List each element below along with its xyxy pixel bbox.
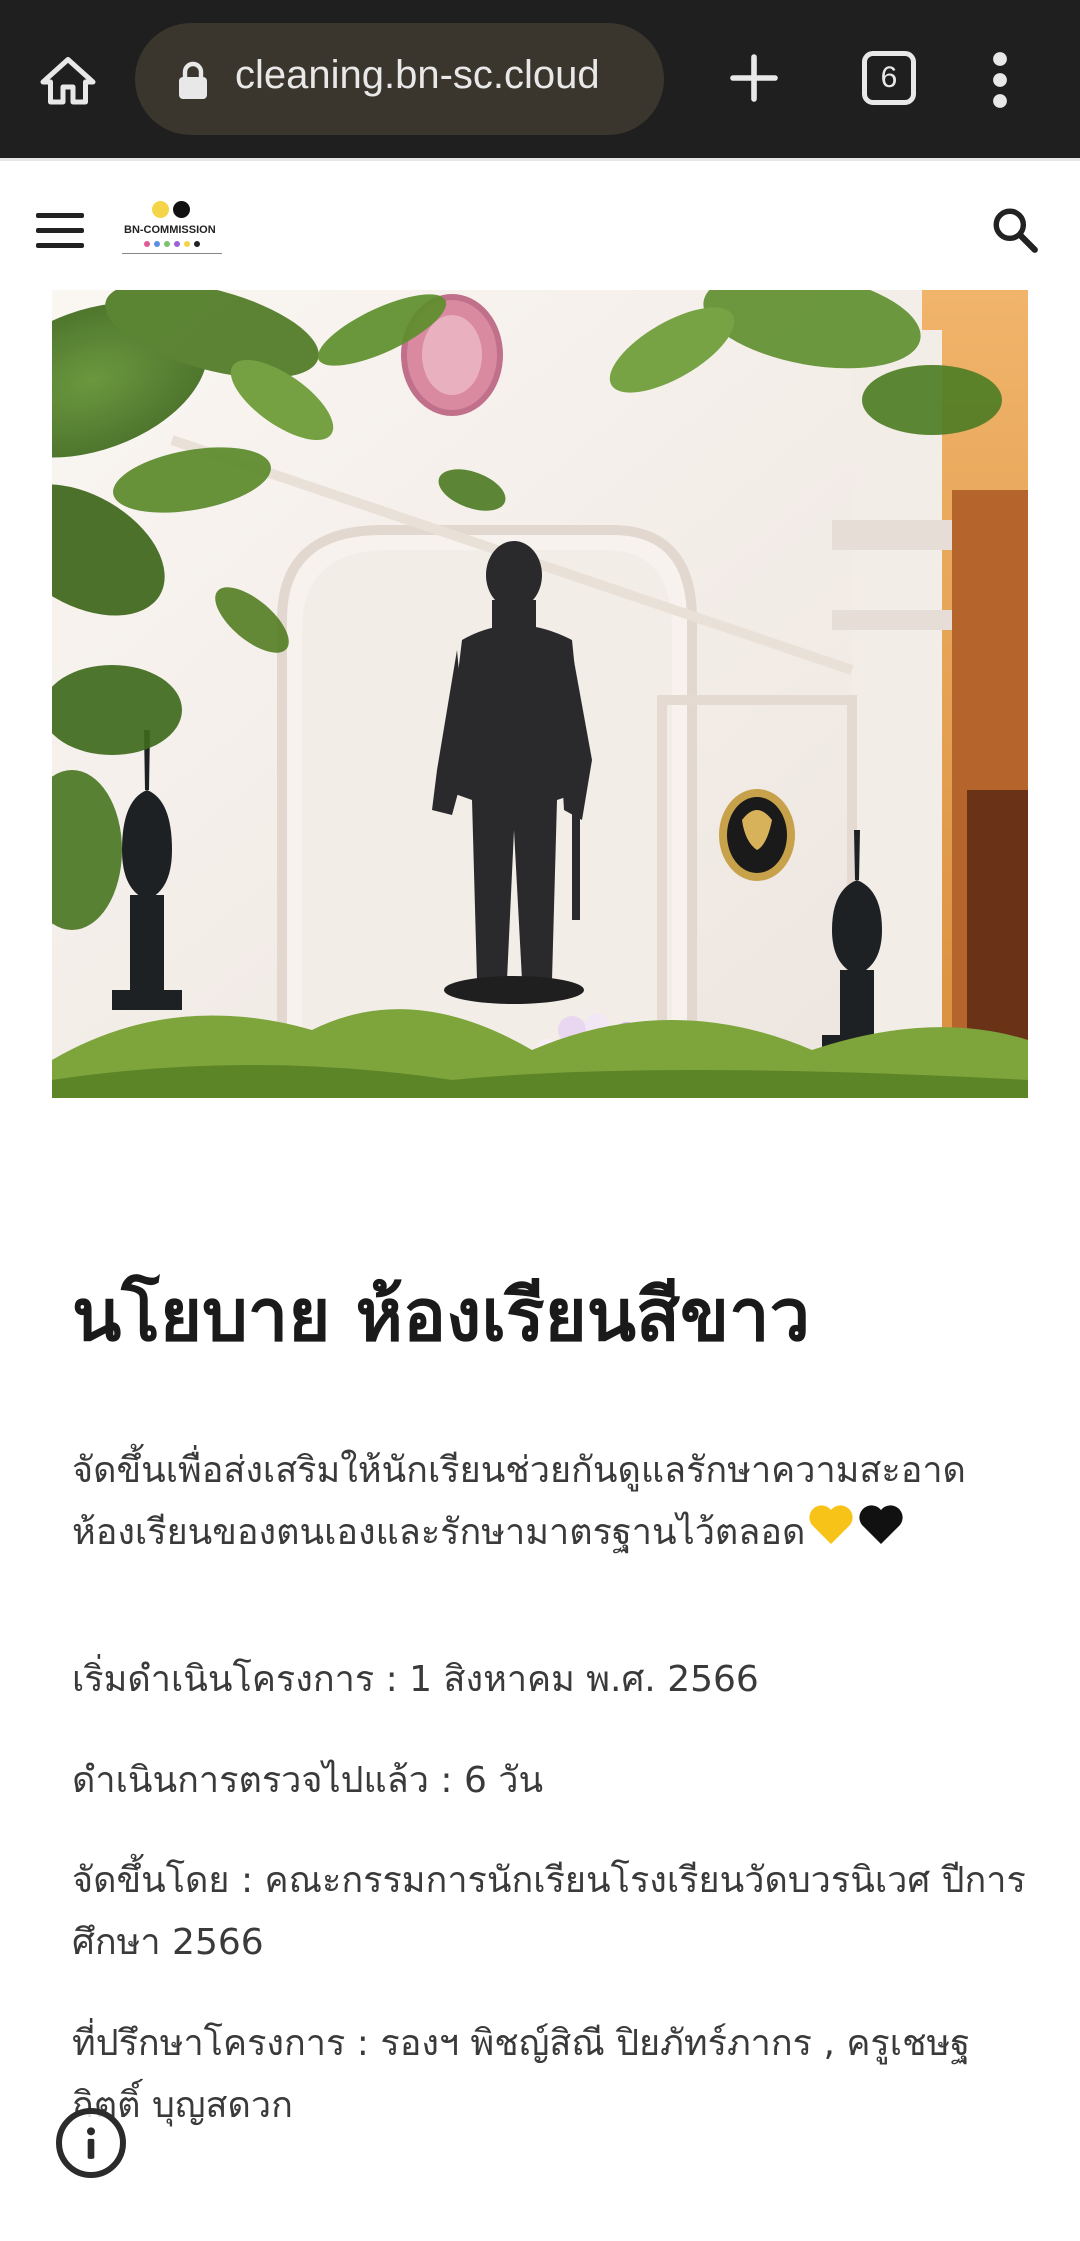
hamburger-menu-icon[interactable] [36,213,86,249]
hero-image [52,290,1028,1098]
logo-dot [194,241,200,247]
logo-dot [184,241,190,247]
tab-switcher-button[interactable]: 6 [862,51,916,105]
advisors-text: ที่ปรึกษาโครงการ : รองฯ พิชญ์สิณี ปิยภัท… [72,2023,971,2126]
logo-dot [144,241,150,247]
organizer-text: จัดขึ้นโดย : คณะกรรมการนักเรียนโรงเรียนว… [72,1860,1026,1963]
logo-text: BN-COMMISSION [124,224,216,236]
info-icon[interactable] [56,2108,126,2178]
logo-dot-yellow [152,201,169,218]
site-header: BN-COMMISSION [0,158,1080,288]
url-text: cleaning.bn-sc.cloud [235,53,600,97]
intro-paragraph: จัดขึ้นเพื่อส่งเสริมให้นักเรียนช่วยกันดู… [72,1440,1032,1566]
logo-dot-black [173,201,190,218]
logo-dot [154,241,160,247]
new-tab-icon[interactable] [726,50,782,106]
start-date-text: เริ่มดำเนินโครงการ : 1 สิงหาคม พ.ศ. 2566 [72,1659,759,1700]
browser-toolbar: cleaning.bn-sc.cloud 6 [0,0,1080,158]
black-heart-icon [857,1502,905,1566]
lock-icon [175,61,211,101]
page-title: นโยบาย ห้องเรียนสีขาว [72,1273,811,1357]
logo-divider [122,253,222,254]
site-logo[interactable]: BN-COMMISSION [122,199,222,263]
search-icon[interactable] [990,205,1040,255]
days-inspected-text: ดำเนินการตรวจไปแล้ว : 6 วัน [72,1760,544,1801]
logo-dot [174,241,180,247]
yellow-heart-icon [807,1502,855,1566]
address-bar[interactable]: cleaning.bn-sc.cloud [135,23,664,135]
more-options-icon[interactable] [985,50,1015,110]
logo-dot [164,241,170,247]
home-icon[interactable] [30,44,106,120]
